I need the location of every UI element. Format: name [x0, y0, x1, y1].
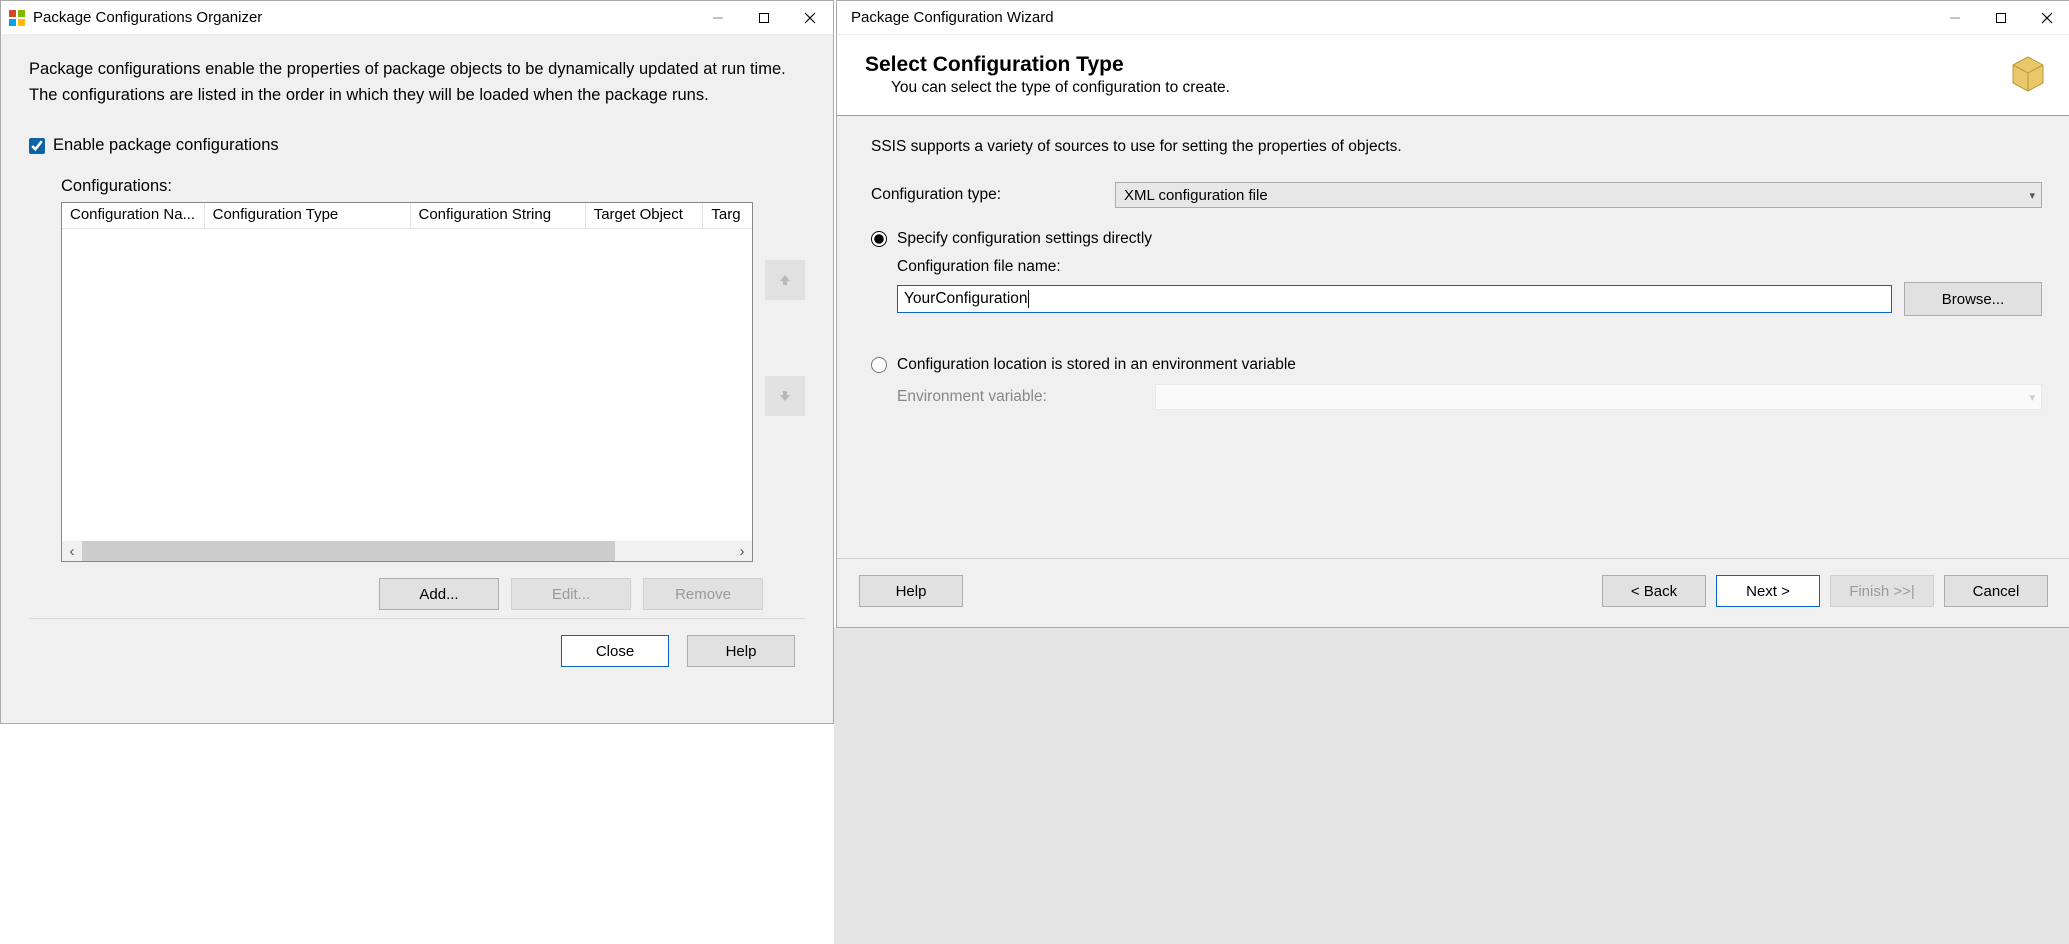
environment-variable-select: ▾ [1155, 384, 2042, 410]
next-button[interactable]: Next > [1716, 575, 1820, 607]
column-target-property[interactable]: Targ [703, 203, 752, 228]
add-button[interactable]: Add... [379, 578, 499, 610]
organizer-description: Package configurations enable the proper… [29, 57, 805, 108]
chevron-down-icon: ▾ [2029, 391, 2035, 404]
arrow-up-icon [778, 273, 792, 287]
wizard-titlebar: Package Configuration Wizard [837, 1, 2069, 35]
column-configuration-type[interactable]: Configuration Type [205, 203, 411, 228]
horizontal-scrollbar[interactable]: ‹ › [62, 541, 752, 561]
configuration-type-label: Configuration type: [871, 186, 1115, 204]
configuration-type-select[interactable]: XML configuration file ▾ [1115, 182, 2042, 208]
minimize-button[interactable] [695, 2, 741, 34]
wizard-support-text: SSIS supports a variety of sources to us… [871, 138, 2042, 156]
enable-package-configurations-label: Enable package configurations [53, 136, 279, 155]
configuration-type-value: XML configuration file [1124, 187, 1268, 204]
separator [29, 618, 805, 619]
wizard-close-button[interactable] [2024, 2, 2069, 34]
wizard-header: Select Configuration Type You can select… [837, 35, 2069, 116]
wizard-help-button[interactable]: Help [859, 575, 963, 607]
env-variable-radio[interactable] [871, 357, 887, 373]
chevron-down-icon: ▾ [2029, 189, 2035, 202]
configurations-list-headers: Configuration Na... Configuration Type C… [62, 203, 752, 229]
configuration-file-name-input[interactable]: YourConfiguration [897, 285, 1892, 313]
move-down-button[interactable] [765, 376, 805, 416]
text-caret [1028, 290, 1029, 308]
scroll-thumb[interactable] [82, 541, 615, 561]
wizard-maximize-button[interactable] [1978, 2, 2024, 34]
organizer-title: Package Configurations Organizer [33, 9, 695, 26]
maximize-button[interactable] [741, 2, 787, 34]
configurations-list[interactable]: Configuration Na... Configuration Type C… [61, 202, 753, 562]
configuration-file-name-value: YourConfiguration [904, 290, 1028, 308]
column-configuration-name[interactable]: Configuration Na... [62, 203, 205, 228]
organizer-titlebar: Package Configurations Organizer [1, 1, 833, 35]
help-button[interactable]: Help [687, 635, 795, 667]
back-button[interactable]: < Back [1602, 575, 1706, 607]
wizard-header-subtitle: You can select the type of configuration… [891, 79, 2008, 97]
enable-package-configurations-checkbox[interactable] [29, 138, 45, 154]
wizard-minimize-button[interactable] [1932, 2, 1978, 34]
column-configuration-string[interactable]: Configuration String [411, 203, 586, 228]
cancel-button[interactable]: Cancel [1944, 575, 2048, 607]
specify-directly-radio[interactable] [871, 231, 887, 247]
column-target-object[interactable]: Target Object [586, 203, 704, 228]
configurations-label: Configurations: [61, 177, 805, 196]
scroll-left-icon[interactable]: ‹ [62, 541, 82, 561]
wizard-header-title: Select Configuration Type [865, 53, 2008, 77]
environment-variable-label: Environment variable: [897, 388, 1155, 406]
package-icon [2008, 53, 2048, 93]
edit-button: Edit... [511, 578, 631, 610]
browse-button[interactable]: Browse... [1904, 282, 2042, 316]
remove-button: Remove [643, 578, 763, 610]
scroll-right-icon[interactable]: › [732, 541, 752, 561]
close-button[interactable] [787, 2, 833, 34]
finish-button: Finish >>| [1830, 575, 1934, 607]
configurations-list-body [62, 229, 752, 541]
move-up-button[interactable] [765, 260, 805, 300]
configuration-file-name-label: Configuration file name: [897, 258, 2042, 276]
app-icon [9, 10, 25, 26]
env-variable-label: Configuration location is stored in an e… [897, 356, 1296, 374]
wizard-title: Package Configuration Wizard [845, 9, 1932, 26]
close-dialog-button[interactable]: Close [561, 635, 669, 667]
arrow-down-icon [778, 389, 792, 403]
specify-directly-label: Specify configuration settings directly [897, 230, 1152, 248]
